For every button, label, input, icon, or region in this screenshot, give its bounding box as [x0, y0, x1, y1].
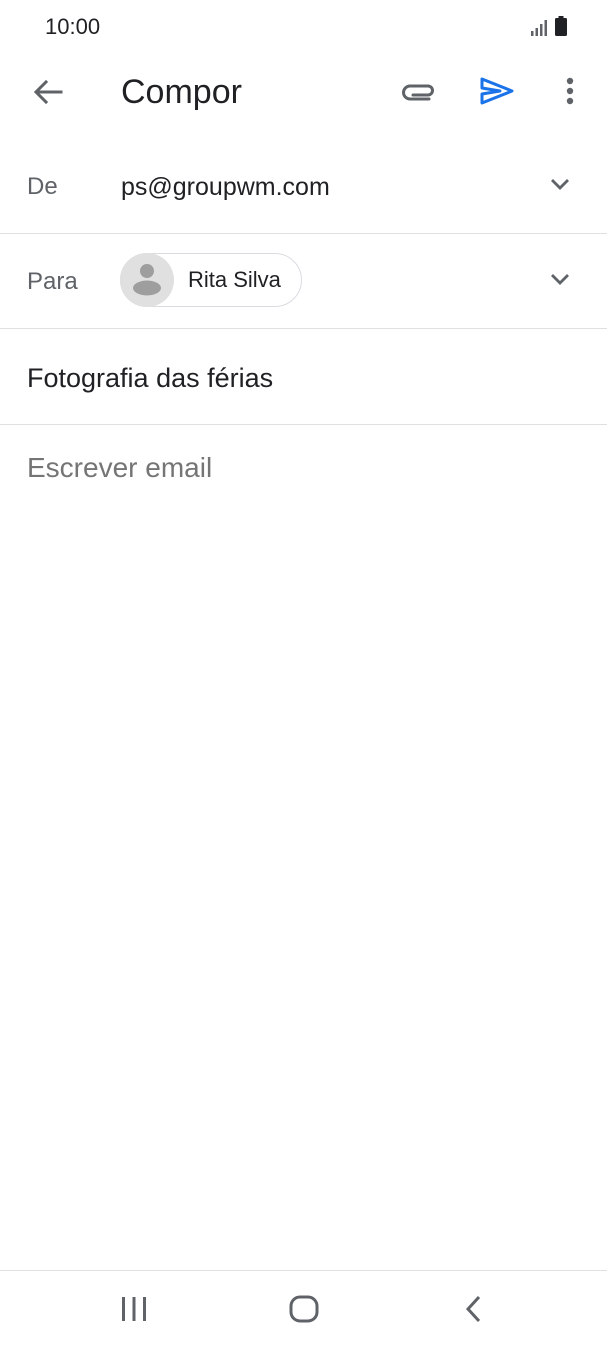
chevron-down-icon	[550, 272, 570, 290]
more-vert-icon	[566, 77, 574, 110]
signal-icon	[531, 18, 547, 41]
from-expand-button[interactable]	[544, 170, 576, 202]
compose-toolbar: Compor	[0, 56, 607, 132]
nav-back-button[interactable]	[444, 1289, 504, 1333]
person-icon	[120, 253, 174, 307]
system-nav-bar	[0, 1270, 607, 1350]
home-icon	[289, 1295, 319, 1328]
status-time: 10:00	[45, 14, 101, 39]
subject-row: Fotografia das férias	[0, 329, 607, 425]
subject-field[interactable]: Fotografia das férias	[27, 363, 273, 394]
back-button[interactable]	[26, 72, 70, 116]
page-title: Compor	[121, 73, 242, 111]
battery-icon	[555, 16, 567, 41]
send-button[interactable]	[474, 70, 520, 116]
recipient-chip[interactable]: Rita Silva	[120, 253, 302, 307]
more-options-button[interactable]	[552, 70, 588, 116]
from-label: De	[27, 173, 58, 200]
to-label: Para	[27, 268, 78, 295]
recents-icon	[120, 1296, 148, 1327]
status-bar: 10:00	[0, 0, 607, 56]
avatar	[120, 253, 174, 307]
from-row: De ps@groupwm.com	[0, 140, 607, 234]
recents-button[interactable]	[104, 1289, 164, 1333]
chevron-down-icon	[550, 177, 570, 195]
email-body-input[interactable]	[27, 452, 577, 1232]
recipient-name: Rita Silva	[188, 267, 281, 292]
attach-button[interactable]	[396, 70, 442, 116]
nav-back-icon	[465, 1295, 483, 1328]
from-address[interactable]: ps@groupwm.com	[121, 173, 330, 202]
to-row: Para Rita Silva	[0, 234, 607, 329]
status-icons	[531, 16, 567, 41]
home-button[interactable]	[274, 1289, 334, 1333]
to-expand-button[interactable]	[544, 265, 576, 297]
send-icon	[480, 77, 514, 110]
back-arrow-icon	[33, 79, 63, 110]
attach-icon	[401, 80, 437, 107]
